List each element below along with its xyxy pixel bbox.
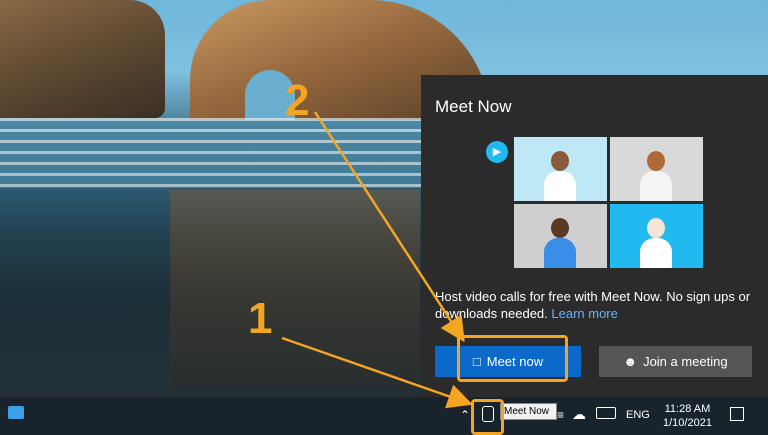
highlight-meet-now-button xyxy=(457,335,568,382)
video-camera-icon: ▶ xyxy=(486,141,508,163)
clock[interactable]: 11:28 AM 1/10/2021 xyxy=(663,402,712,430)
step-number-1: 1 xyxy=(248,294,273,343)
panel-title: Meet Now xyxy=(435,97,512,116)
clock-time: 11:28 AM xyxy=(664,403,711,415)
highlight-tray-icon xyxy=(471,399,504,435)
cloud-icon[interactable]: ☁ xyxy=(572,406,586,423)
keyboard-icon[interactable] xyxy=(596,407,616,419)
monitor-icon[interactable] xyxy=(8,406,24,419)
step-number-2: 2 xyxy=(285,76,310,125)
join-meeting-label: Join a meeting xyxy=(643,354,728,369)
taskbar: ⌃ ≡ ☁ ENG 11:28 AM 1/10/2021 xyxy=(0,397,768,435)
participant-tile xyxy=(610,137,703,201)
wallpaper-rock-left xyxy=(0,0,165,118)
wallpaper-waves xyxy=(0,118,430,188)
people-icon: ☻ xyxy=(623,354,638,369)
participant-tile xyxy=(514,204,607,268)
clock-date: 1/10/2021 xyxy=(663,417,712,429)
notifications-icon[interactable] xyxy=(730,407,744,421)
network-icon[interactable]: ≡ xyxy=(557,408,564,422)
participant-tile xyxy=(514,137,607,201)
join-meeting-button[interactable]: ☻ Join a meeting xyxy=(599,346,752,377)
participant-tile xyxy=(610,204,703,268)
language-indicator[interactable]: ENG xyxy=(626,409,650,421)
meet-now-tooltip: Meet Now xyxy=(500,403,557,420)
video-call-illustration xyxy=(514,137,703,268)
learn-more-link[interactable]: Learn more xyxy=(551,306,617,321)
wallpaper-reflection xyxy=(170,190,420,390)
panel-description: Host video calls for free with Meet Now.… xyxy=(435,288,761,322)
chevron-up-icon[interactable]: ⌃ xyxy=(460,408,470,422)
